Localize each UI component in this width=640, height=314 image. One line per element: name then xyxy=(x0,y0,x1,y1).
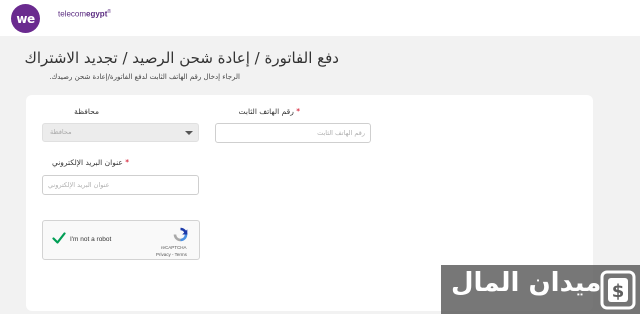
brand-bold: egypt xyxy=(86,9,108,19)
phone-input[interactable] xyxy=(215,123,371,143)
svg-text:$: $ xyxy=(612,281,625,302)
page-subtitle: الرجاء إدخال رقم الهاتف الثابت لدفع الفا… xyxy=(49,73,240,81)
captcha-label: I'm not a robot xyxy=(70,236,112,243)
governorate-selected-value: محافظة xyxy=(50,128,72,136)
we-logo[interactable]: we xyxy=(11,4,40,33)
email-label-text: عنوان البريد الإلكتروني xyxy=(51,158,123,167)
brand-mark: ® xyxy=(107,9,112,15)
page-title: دفع الفاتورة / إعادة شحن الرصيد / تجديد … xyxy=(24,49,339,67)
watermark-text: ميدان المال xyxy=(451,268,602,298)
phone-label-text: رقم الهاتف الثابت xyxy=(238,107,294,116)
brand-prefix: telecom xyxy=(58,9,87,19)
watermark: ميدان المال $ xyxy=(441,265,640,314)
email-input[interactable] xyxy=(42,175,199,195)
email-label: * عنوان البريد الإلكتروني xyxy=(52,158,129,167)
governorate-label: محافظة xyxy=(74,107,99,116)
watermark-logo-icon: $ xyxy=(600,270,636,310)
recaptcha-links[interactable]: Privacy - Terms xyxy=(156,252,187,257)
recaptcha-logo-icon xyxy=(173,227,188,242)
governorate-select[interactable]: محافظة xyxy=(42,123,199,142)
required-mark: * xyxy=(296,107,300,116)
chevron-down-icon xyxy=(185,131,193,135)
recaptcha-brand: reCAPTCHA xyxy=(161,245,187,250)
telecom-egypt-brand: telecomegypt® xyxy=(58,9,111,19)
checkmark-icon[interactable] xyxy=(52,231,66,245)
required-mark: * xyxy=(125,158,129,167)
top-bar: we telecomegypt® xyxy=(0,0,640,36)
recaptcha-widget: I'm not a robot reCAPTCHA Privacy - Term… xyxy=(42,220,200,260)
phone-label: * رقم الهاتف الثابت xyxy=(239,107,300,116)
